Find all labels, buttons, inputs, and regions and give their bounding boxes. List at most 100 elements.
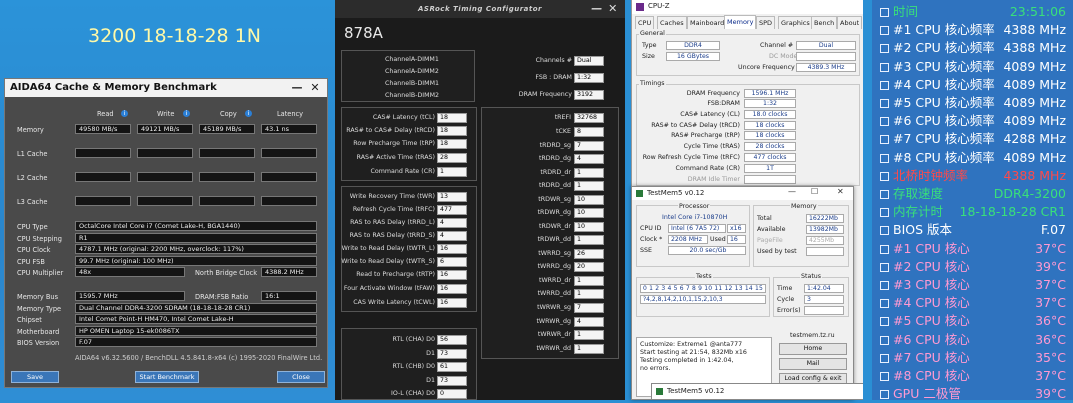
timing-value: 4 (437, 218, 467, 228)
timing-label: tWRWR_sg (537, 304, 571, 311)
info-icon[interactable]: i (121, 110, 128, 117)
memory-type-label: Memory Type (17, 305, 62, 313)
osd-key: #3 CPU 核心频率 (880, 58, 995, 76)
cpu-clock-label: CPU Clock (17, 246, 51, 254)
osd-key: #4 CPU 核心频率 (880, 76, 995, 94)
rtl-label: IO-L (CHA) D0 (391, 390, 435, 397)
sensor-icon (880, 317, 889, 327)
asrock-titlebar[interactable]: ASRock Timing Configurator — ✕ (335, 0, 625, 18)
site-link[interactable]: testmem.tz.ru (790, 332, 835, 339)
timing-label: DRAM Frequency (686, 90, 740, 97)
osd-value: 37°C (1035, 277, 1066, 292)
sensor-icon (880, 135, 889, 145)
uncore-value: 4389.3 MHz (796, 63, 856, 72)
osd-row: #7 CPU 核心频率 4288 MHz (880, 130, 1070, 148)
used-value: 16 (727, 235, 746, 244)
minimize-icon[interactable]: — (788, 187, 796, 196)
osd-key-text: #8 CPU 核心 (893, 368, 970, 383)
minimize-icon[interactable]: — (589, 0, 605, 18)
timing-label: tREFI (554, 114, 571, 121)
tab-bench[interactable]: Bench (811, 16, 838, 29)
motherboard-value: HP OMEN Laptop 15-ek0086TX (75, 326, 317, 336)
minimize-icon[interactable]: — (289, 79, 305, 97)
osd-value: F.07 (1040, 222, 1066, 238)
board-model: 878A (344, 24, 383, 42)
asrock-title: ASRock Timing Configurator (417, 5, 542, 13)
cpuz-titlebar[interactable]: CPU-Z (632, 0, 864, 14)
testmem5-titlebar[interactable]: TestMem5 v0.12 — ☐ ✕ (632, 187, 853, 200)
sensor-icon (880, 208, 889, 218)
cpu-multiplier-label: CPU Multiplier (17, 269, 64, 277)
timing-label: CAS# Latency (tCL) (372, 114, 435, 121)
timing-label: tRDWR_sg (538, 196, 571, 203)
close-icon[interactable]: ✕ (307, 79, 323, 97)
timing-label: tRDRD_dd (538, 182, 571, 189)
row-label: L3 Cache (17, 198, 48, 206)
osd-key: #2 CPU 核心频率 (880, 39, 995, 57)
aida64-titlebar[interactable]: AIDA64 Cache & Memory Benchmark — ✕ (5, 79, 327, 97)
timing-value: 28 clocks (744, 142, 796, 151)
osd-key-text: #1 CPU 核心频率 (893, 22, 995, 38)
sensor-icon (880, 99, 889, 108)
tab-about[interactable]: About (837, 16, 863, 29)
tab-graphics[interactable]: Graphics (778, 16, 813, 29)
info-icon[interactable]: i (245, 110, 252, 117)
desktop-headline: 3200 18-18-28 1N (88, 25, 261, 47)
maximize-icon[interactable]: ☐ (811, 187, 818, 196)
asrock-timing-window: ASRock Timing Configurator — ✕ 878A Chan… (335, 0, 625, 400)
osd-key-text: #7 CPU 核心频率 (893, 131, 995, 147)
osd-key: GPU 二极管 (880, 385, 961, 403)
sensor-icon (880, 8, 889, 17)
used-by-test-label: Used by test (757, 248, 797, 255)
tab-cpu[interactable]: CPU (635, 16, 655, 29)
processor-title: Processor (678, 203, 711, 210)
close-icon[interactable]: ✕ (837, 187, 844, 196)
timing-label: RAS# Precharge (tRP) (671, 132, 740, 139)
rtl-value: 61 (437, 362, 467, 372)
timing-value: 6 (437, 257, 467, 267)
dimm-slot: ChannelA-DIMM2 (385, 68, 439, 75)
osd-row: #2 CPU 核心频率 4388 MHz (880, 39, 1070, 57)
testmem5-window-2[interactable]: TestMem5 v0.12 (651, 383, 871, 400)
l1-copy (199, 148, 255, 158)
timing-label: tWRRD_sg (538, 250, 571, 257)
cycle-label: Cycle (777, 296, 795, 303)
tab-caches[interactable]: Caches (657, 16, 687, 29)
mail-button[interactable]: Mail (779, 358, 847, 370)
l1-read (75, 148, 131, 158)
timing-label: tWRWR_dd (536, 345, 571, 352)
clock-label: Clock * (640, 236, 663, 243)
timing-value: 18 (437, 126, 467, 136)
sensor-icon (880, 190, 889, 199)
fsb-dram-label: FSB : DRAM (535, 74, 572, 81)
cpu-fsb-value: 99.7 MHz (original: 100 MHz) (75, 256, 317, 266)
tab-mainboard[interactable]: Mainboard (687, 16, 728, 29)
memory-copy: 45189 MB/s (199, 124, 255, 134)
osd-key: #6 CPU 核心频率 (880, 112, 995, 130)
timing-label: FSB:DRAM (707, 100, 740, 107)
log-line: no errors. (640, 365, 671, 372)
tab-memory[interactable]: Memory (724, 15, 757, 29)
timing-label: RAS# Active Time (tRAS) (356, 154, 435, 161)
info-icon[interactable]: i (183, 110, 190, 117)
channels-label: Channels # (535, 57, 572, 64)
save-button[interactable]: Save (11, 371, 59, 383)
osd-value: 37°C (1035, 240, 1066, 256)
osd-row: #4 CPU 核心频率 4089 MHz (880, 76, 1070, 94)
tab-spd[interactable]: SPD (756, 16, 776, 29)
start-benchmark-button[interactable]: Start Benchmark (135, 371, 199, 383)
dram-fsb-label: DRAM:FSB Ratio (195, 293, 249, 301)
osd-row: 时间 23:51:06 (880, 3, 1070, 21)
close-button[interactable]: Close (277, 371, 325, 383)
close-icon[interactable]: ✕ (605, 0, 621, 18)
memory-bus-label: Memory Bus (17, 293, 59, 301)
timing-label: tRDRD_dg (538, 155, 571, 162)
sensor-icon (880, 335, 889, 345)
testmem5-window: TestMem5 v0.12 — ☐ ✕ Processor Intel Cor… (631, 186, 854, 400)
timing-value: 28 (437, 153, 467, 163)
timing-label: Write Recovery Time (tWR) (349, 193, 435, 200)
home-button[interactable]: Home (779, 343, 847, 355)
errors-label: Error(s) (777, 307, 801, 314)
timing-label: Row Refresh Cycle Time (tRFC) (642, 154, 740, 161)
timing-label: Command Rate (CR) (370, 168, 436, 175)
